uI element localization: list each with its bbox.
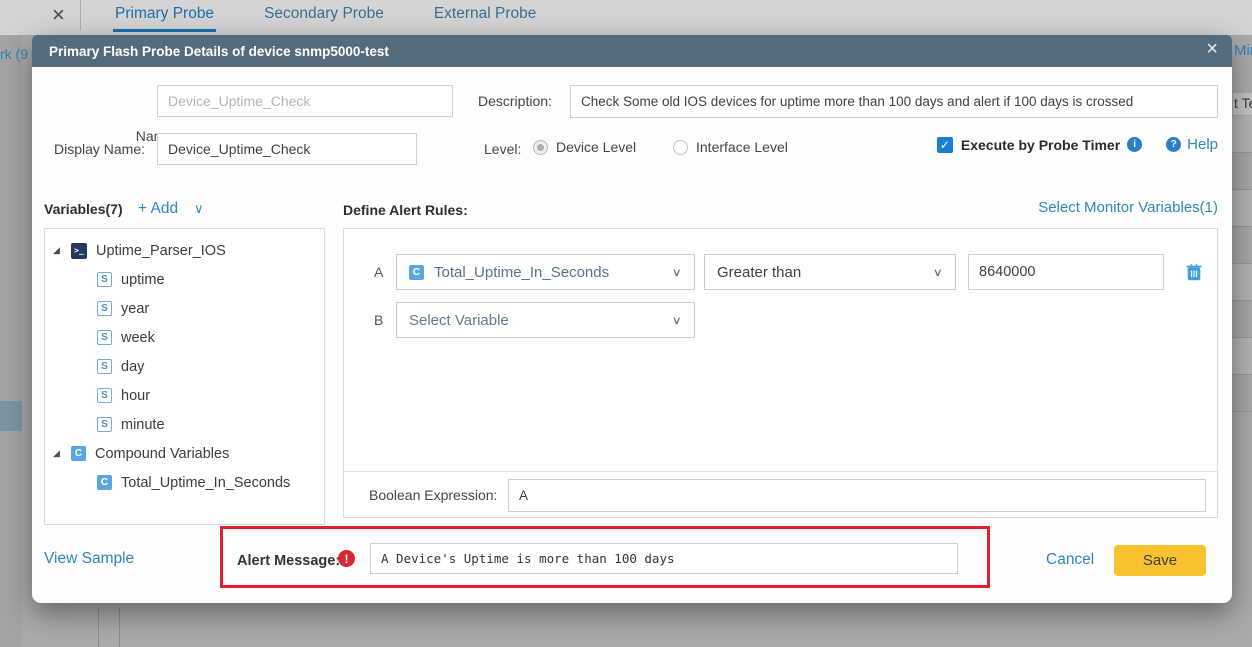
- cancel-button[interactable]: Cancel: [1046, 551, 1094, 569]
- background-min-link-fragment[interactable]: Min: [1234, 42, 1252, 59]
- compound-variable-icon: C: [97, 475, 112, 490]
- string-variable-icon: S: [97, 417, 112, 432]
- tab-external-probe[interactable]: External Probe: [432, 0, 539, 32]
- display-name-field[interactable]: [157, 133, 417, 165]
- add-variable-button[interactable]: + Add: [138, 200, 178, 218]
- description-label: Description:: [478, 93, 552, 109]
- tree-node-variable[interactable]: S uptime: [45, 265, 324, 294]
- execute-timer-label: Execute by Probe Timer: [961, 137, 1120, 153]
- tree-node-variable[interactable]: S year: [45, 294, 324, 323]
- string-variable-icon: S: [97, 301, 112, 316]
- string-variable-icon: S: [97, 359, 112, 374]
- background-grid-line: [119, 608, 120, 647]
- dialog-title: Primary Flash Probe Details of device sn…: [32, 44, 389, 59]
- tree-node-variable[interactable]: S minute: [45, 410, 324, 439]
- info-icon[interactable]: i: [1127, 137, 1142, 152]
- tree-node-label: hour: [121, 388, 150, 404]
- rule-a-variable-value: Total_Uptime_In_Seconds: [434, 264, 609, 281]
- caret-expanded-icon[interactable]: ◢: [53, 245, 71, 256]
- chevron-down-icon: ∨: [672, 313, 682, 327]
- rule-a-operator-dropdown[interactable]: Greater than ∨: [704, 254, 956, 290]
- background-column-header-fragment: t Te: [1233, 93, 1252, 115]
- tree-node-variable[interactable]: C Total_Uptime_In_Seconds: [45, 468, 324, 497]
- background-close-icon[interactable]: ×: [52, 2, 65, 28]
- tree-node-label: Total_Uptime_In_Seconds: [121, 475, 290, 491]
- tree-node-parser-group[interactable]: ◢ >_ Uptime_Parser_IOS: [45, 236, 324, 265]
- rule-b-variable-placeholder: Select Variable: [409, 312, 509, 329]
- background-selected-row-fragment: [0, 401, 22, 431]
- boolean-expression-label: Boolean Expression:: [369, 487, 497, 503]
- add-chevron-down-icon[interactable]: ∨: [194, 201, 204, 217]
- radio-selected-icon[interactable]: [533, 140, 548, 155]
- string-variable-icon: S: [97, 388, 112, 403]
- required-alert-icon: !: [338, 550, 355, 567]
- probe-tabs: Primary Probe Secondary Probe External P…: [113, 0, 538, 32]
- background-tab-strip: × Primary Probe Secondary Probe External…: [0, 0, 1252, 35]
- radio-device-level[interactable]: Device Level: [533, 139, 636, 155]
- variables-tree: ◢ >_ Uptime_Parser_IOS S uptime S year S…: [44, 228, 325, 525]
- rule-id-label: B: [374, 312, 383, 328]
- screen: × Primary Probe Secondary Probe External…: [0, 0, 1252, 647]
- variables-section-title: Variables(7): [44, 201, 123, 217]
- rule-a-variable-dropdown[interactable]: C Total_Uptime_In_Seconds ∨: [396, 254, 695, 290]
- tab-strip-divider: [80, 0, 81, 30]
- tree-node-variable[interactable]: S day: [45, 352, 324, 381]
- rule-b-variable-dropdown[interactable]: Select Variable ∨: [396, 302, 695, 338]
- execute-timer-checkbox[interactable]: ✓: [937, 137, 953, 153]
- delete-rule-icon[interactable]: [1184, 262, 1204, 282]
- alert-message-label: Alert Message:: [237, 553, 340, 569]
- level-label: Level:: [484, 141, 521, 157]
- select-monitor-variables-link[interactable]: Select Monitor Variables(1): [1038, 199, 1218, 216]
- dialog-close-icon[interactable]: ×: [1206, 38, 1218, 61]
- tree-node-label: year: [121, 301, 149, 317]
- rule-a-operator-value: Greater than: [717, 264, 801, 281]
- rules-divider: [344, 471, 1217, 472]
- name-field[interactable]: [157, 85, 453, 117]
- rule-id-label: A: [374, 264, 383, 280]
- tab-secondary-probe[interactable]: Secondary Probe: [262, 0, 386, 32]
- chevron-down-icon: ∨: [672, 265, 682, 279]
- help-link[interactable]: ? Help: [1166, 136, 1218, 153]
- tree-node-label: uptime: [121, 272, 165, 288]
- radio-interface-level[interactable]: Interface Level: [673, 139, 788, 155]
- boolean-expression-field[interactable]: [508, 479, 1206, 512]
- alert-message-field[interactable]: [370, 543, 958, 574]
- background-grid-line: [98, 608, 99, 647]
- execute-by-probe-timer-group: ✓ Execute by Probe Timer i ? Help: [937, 136, 1218, 153]
- probe-details-dialog: Primary Flash Probe Details of device sn…: [32, 35, 1232, 603]
- help-icon[interactable]: ?: [1166, 137, 1181, 152]
- chevron-down-icon: ∨: [933, 265, 943, 279]
- tree-node-variable[interactable]: S week: [45, 323, 324, 352]
- dialog-header: Primary Flash Probe Details of device sn…: [32, 35, 1232, 67]
- display-name-label: Display Name:: [48, 141, 145, 157]
- rule-a-threshold-field[interactable]: [968, 254, 1164, 290]
- description-field[interactable]: [570, 85, 1218, 118]
- view-sample-link[interactable]: View Sample: [44, 550, 134, 568]
- alert-rules-panel: A C Total_Uptime_In_Seconds ∨ Greater th…: [343, 228, 1218, 518]
- compound-variable-icon: C: [409, 265, 424, 280]
- tree-node-label: week: [121, 330, 155, 346]
- background-link-fragment[interactable]: rk (9: [0, 46, 31, 62]
- background-table-rows: [1232, 116, 1252, 412]
- tree-node-compound-group[interactable]: ◢ C Compound Variables: [45, 439, 324, 468]
- define-alert-rules-title: Define Alert Rules:: [343, 202, 468, 218]
- background-left-column: [0, 35, 22, 647]
- string-variable-icon: S: [97, 330, 112, 345]
- radio-unselected-icon[interactable]: [673, 140, 688, 155]
- tab-primary-probe[interactable]: Primary Probe: [113, 0, 216, 32]
- compound-variable-icon: C: [71, 446, 86, 461]
- string-variable-icon: S: [97, 272, 112, 287]
- tree-node-label: Compound Variables: [95, 446, 229, 462]
- tree-node-label: minute: [121, 417, 165, 433]
- save-button[interactable]: Save: [1114, 545, 1206, 576]
- tree-node-label: Uptime_Parser_IOS: [96, 243, 226, 259]
- tree-node-variable[interactable]: S hour: [45, 381, 324, 410]
- caret-expanded-icon[interactable]: ◢: [53, 448, 71, 459]
- radio-device-level-label: Device Level: [556, 139, 636, 155]
- terminal-icon: >_: [71, 243, 87, 259]
- radio-interface-level-label: Interface Level: [696, 139, 788, 155]
- tree-node-label: day: [121, 359, 144, 375]
- help-label[interactable]: Help: [1187, 136, 1218, 153]
